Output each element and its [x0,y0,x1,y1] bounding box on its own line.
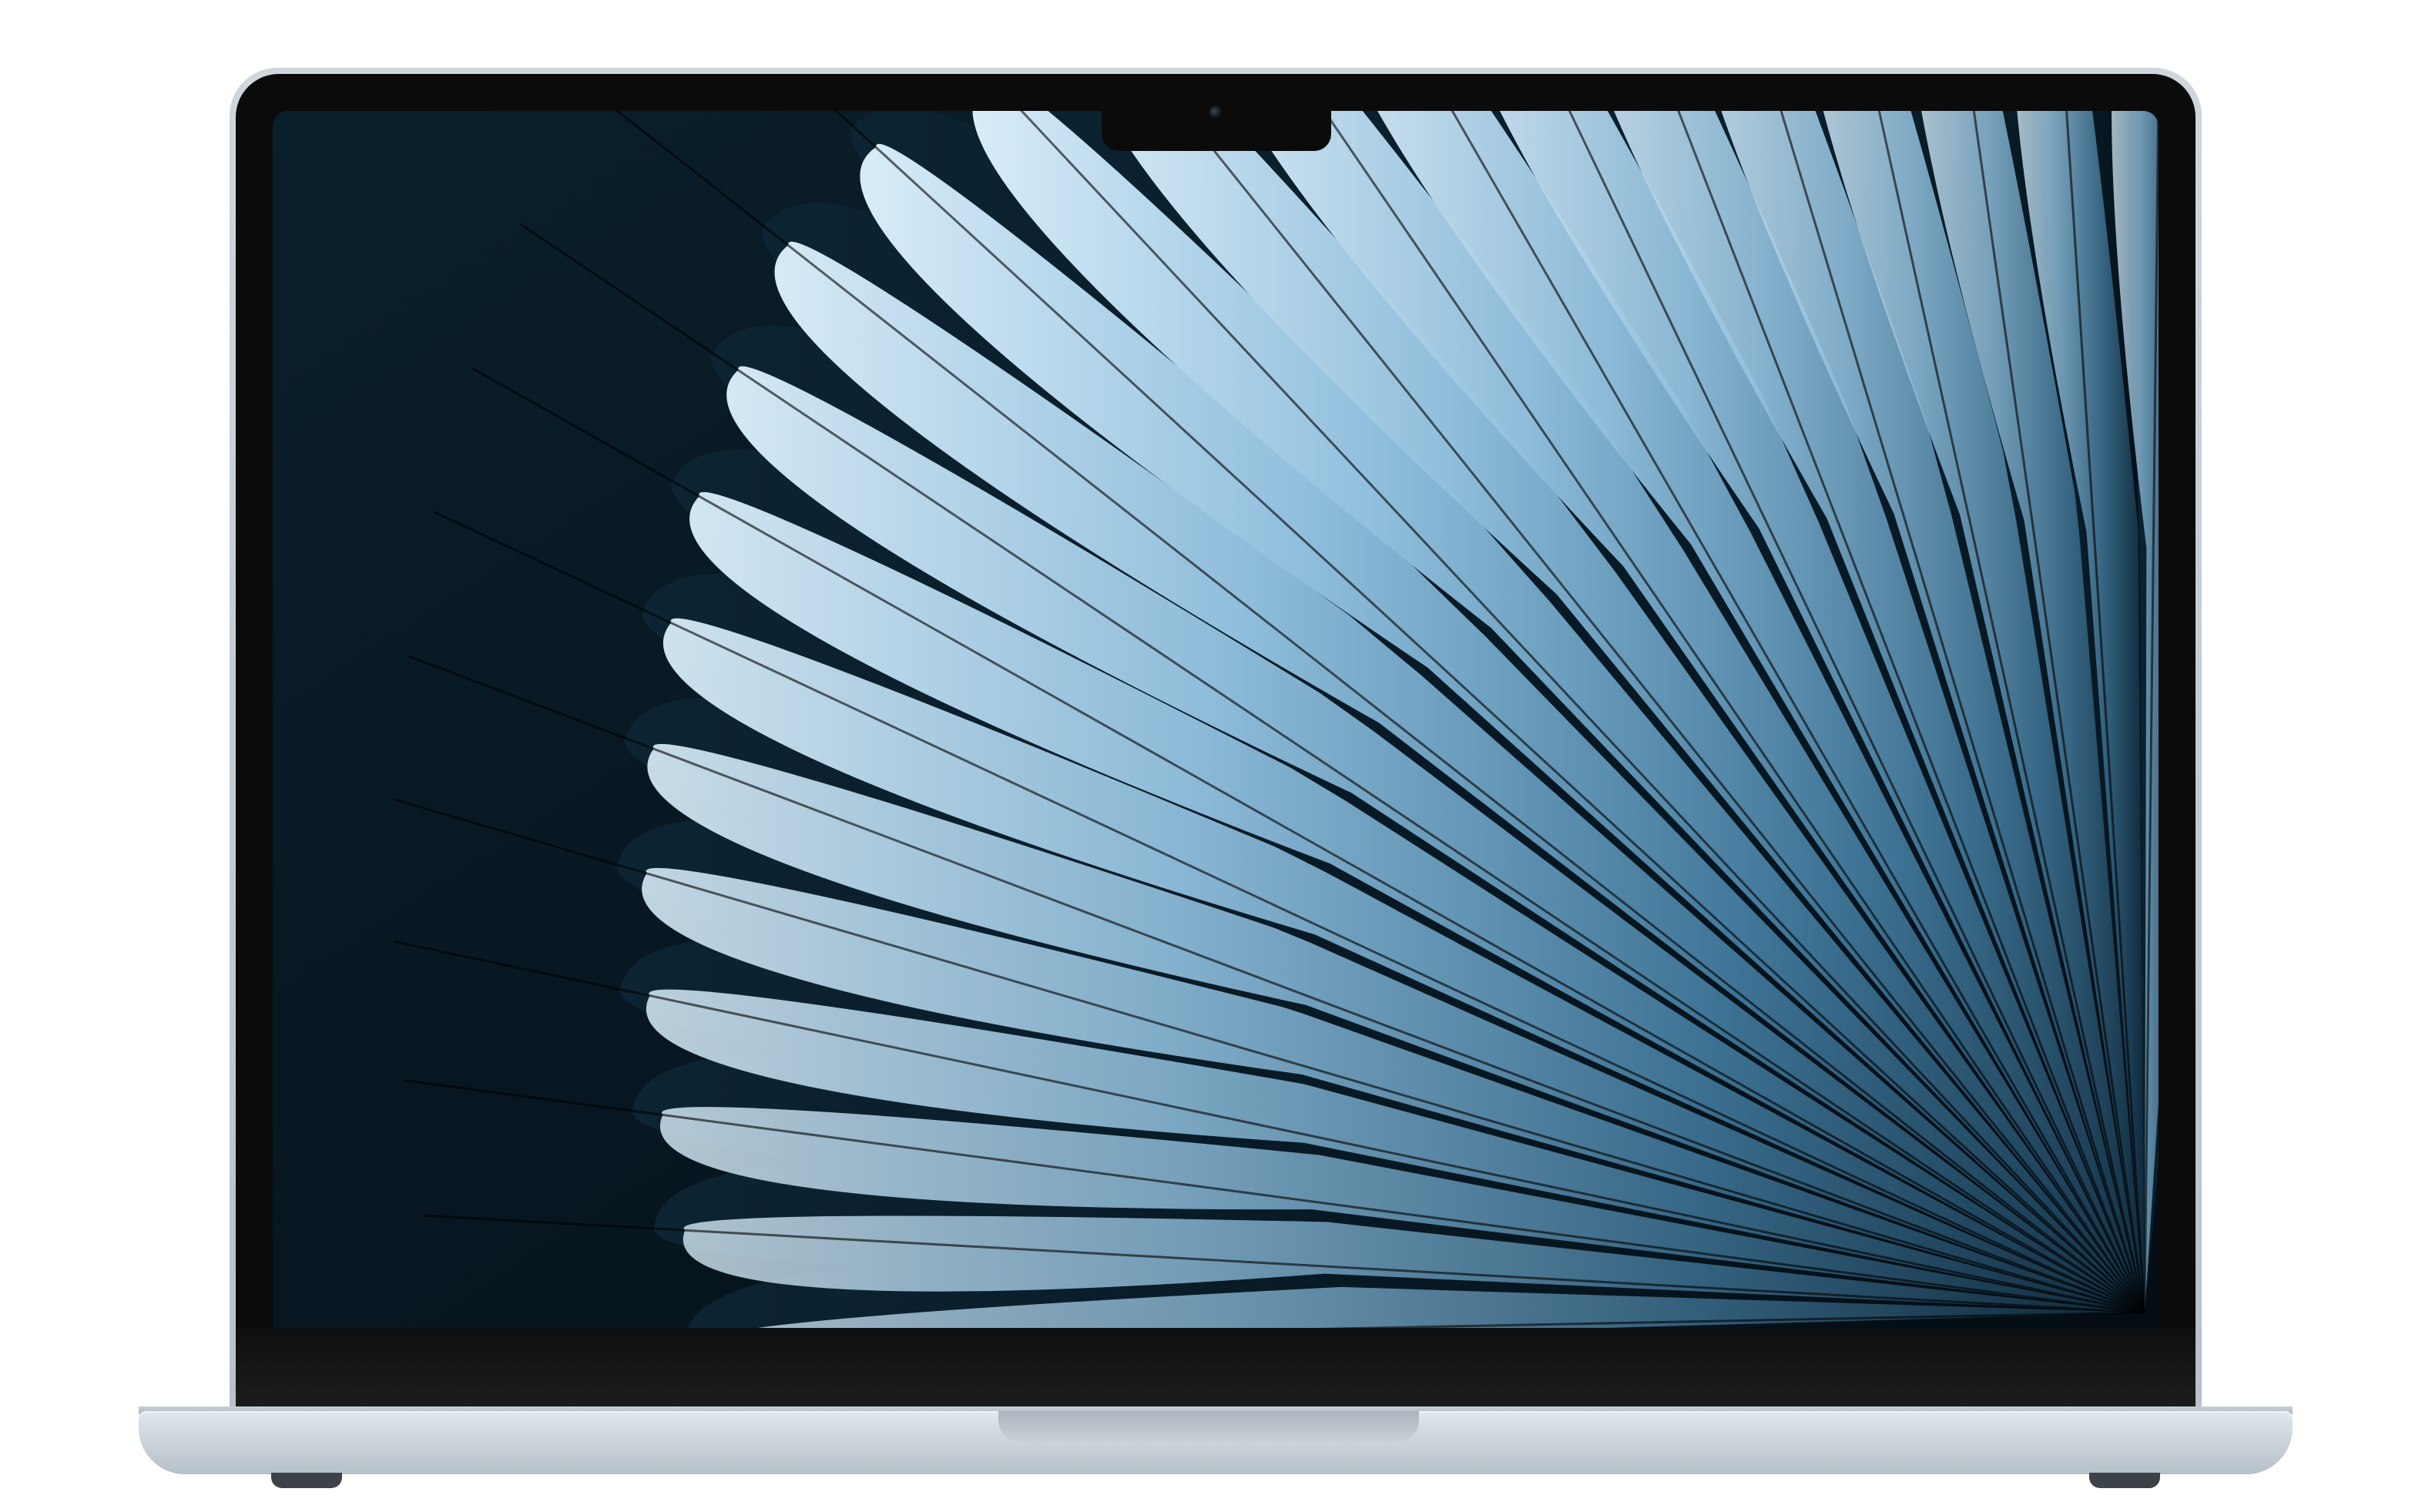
fan-wallpaper [273,111,2159,1328]
camera-icon [1209,106,1222,119]
laptop-screen [273,111,2159,1328]
display-chin [236,1328,2196,1413]
lid-opening-notch [998,1411,1419,1442]
rubber-foot-left [271,1473,342,1488]
rubber-foot-right [2089,1473,2160,1488]
laptop-image [0,0,2432,1512]
